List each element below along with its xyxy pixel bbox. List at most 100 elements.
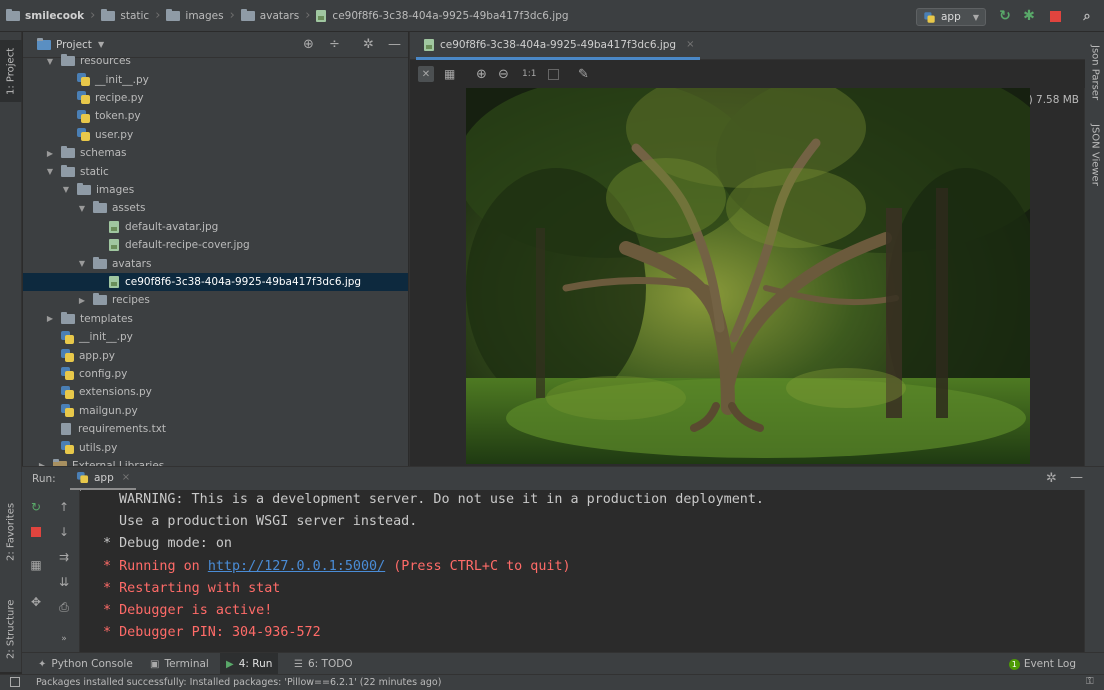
rerun-icon[interactable]: ↻ — [22, 498, 50, 516]
scroll-to-end-icon[interactable]: ⇊ — [50, 573, 78, 591]
chevron-down-icon[interactable]: ▼ — [77, 204, 87, 213]
tab-structure[interactable]: 2: Structure — [0, 584, 22, 674]
run-console[interactable]: WARNING: This is a development server. D… — [81, 490, 1084, 652]
tab-project-label: 1: Project — [5, 47, 17, 95]
chevron-right-icon[interactable]: ▶ — [77, 296, 87, 305]
tree-item-label: assets — [112, 202, 146, 215]
chevron-down-icon[interactable]: ▼ — [77, 259, 87, 268]
tree-file[interactable]: default-recipe-cover.jpg — [23, 236, 408, 254]
chevron-down-icon[interactable]: ▼ — [45, 167, 55, 176]
tree-file[interactable]: utils.py — [23, 438, 408, 456]
tree-folder[interactable]: ▼ assets — [23, 199, 408, 217]
navigation-bar: smilecook › static › images › avatars › ce90f8f6… — [0, 0, 1104, 32]
gear-icon[interactable]: ✲ — [1046, 471, 1057, 486]
python-file-icon — [61, 385, 74, 399]
collapse-all-icon[interactable]: ÷ — [329, 37, 340, 52]
server-url-link[interactable]: http://127.0.0.1:5000/ — [208, 559, 385, 574]
toggle-tool-windows-icon[interactable] — [10, 677, 20, 687]
editor-tab-bar: ce90f8f6-3c38-404a-9925-49ba417f3dc6.jpg… — [410, 32, 1085, 60]
zoom-in-icon[interactable]: ⊕ — [476, 66, 487, 82]
stop-icon[interactable] — [1046, 7, 1064, 25]
actual-size-button[interactable]: 1:1 — [522, 66, 536, 82]
tree-file[interactable]: app.py — [23, 346, 408, 364]
breadcrumb-item[interactable]: static › — [95, 0, 160, 32]
tree-file[interactable]: mailgun.py — [23, 402, 408, 420]
tree-folder[interactable]: ▼ resources — [23, 52, 408, 70]
close-icon[interactable]: × — [686, 39, 694, 50]
chevron-right-icon[interactable]: ▶ — [45, 314, 55, 323]
run-configuration-select[interactable]: app ▼ — [916, 8, 986, 26]
layout-icon[interactable]: ▦ — [22, 556, 50, 574]
more-icon[interactable]: » — [50, 630, 78, 648]
tree-file[interactable]: config.py — [23, 365, 408, 383]
tree-folder[interactable]: ▼ avatars — [23, 254, 408, 272]
tab-json-viewer[interactable]: JSON Viewer — [1085, 118, 1104, 192]
rerun-icon[interactable]: ↻ — [996, 7, 1014, 25]
tree-folder[interactable]: ▼ static — [23, 162, 408, 180]
folder-icon — [61, 311, 75, 324]
tab-favorites[interactable]: 2: Favorites — [0, 482, 22, 582]
zoom-out-icon[interactable]: ⊖ — [498, 66, 509, 82]
tree-file[interactable]: __init__.py — [23, 328, 408, 346]
tab-image-file[interactable]: ce90f8f6-3c38-404a-9925-49ba417f3dc6.jpg… — [416, 32, 700, 60]
breadcrumb-item[interactable]: smilecook › — [0, 0, 95, 32]
color-picker-icon[interactable]: ✎ — [578, 66, 589, 82]
folder-icon — [240, 8, 255, 21]
tree-item-label: extensions.py — [79, 386, 152, 399]
fit-zoom-icon[interactable]: ✕ — [418, 66, 434, 82]
console-text-suffix: (Press CTRL+C to quit) — [385, 559, 571, 574]
tab-run-app[interactable]: app × — [70, 467, 136, 491]
arrow-down-icon[interactable]: ↓ — [50, 523, 78, 541]
background-icon[interactable] — [548, 66, 559, 82]
tab-run[interactable]: ▶ 4: Run — [220, 653, 279, 675]
tree-file[interactable]: token.py — [23, 107, 408, 125]
tree-file[interactable]: extensions.py — [23, 383, 408, 401]
chevron-down-icon[interactable]: ▼ — [61, 185, 71, 194]
tree-file[interactable]: recipe.py — [23, 89, 408, 107]
tree-folder[interactable]: ▼ images — [23, 181, 408, 199]
tree-folder[interactable]: ▶ recipes — [23, 291, 408, 309]
tree-folder[interactable]: ▶ schemas — [23, 144, 408, 162]
tab-terminal[interactable]: ▣ Terminal — [150, 653, 209, 675]
hide-panel-icon[interactable]: — — [1070, 470, 1083, 485]
chevron-down-icon[interactable]: ▼ — [45, 57, 55, 66]
arrow-up-icon[interactable]: ↑ — [50, 498, 78, 516]
tree-file[interactable]: __init__.py — [23, 70, 408, 88]
python-icon — [76, 471, 89, 484]
tree-item-label: config.py — [79, 367, 128, 380]
breadcrumb-item[interactable]: images › — [160, 0, 235, 32]
tree-item-label: avatars — [112, 257, 152, 270]
debug-icon[interactable]: ✱ — [1020, 7, 1038, 25]
gear-icon[interactable]: ✲ — [363, 37, 374, 52]
breadcrumb-item[interactable]: avatars › — [235, 0, 310, 32]
lock-icon[interactable]: ⚿ — [1086, 676, 1094, 687]
search-icon[interactable]: ⌕ — [1078, 7, 1096, 25]
pin-icon[interactable]: ✥ — [22, 593, 50, 611]
close-icon[interactable]: × — [122, 472, 130, 483]
project-view-select[interactable]: Project — [56, 39, 92, 51]
breadcrumb-item[interactable]: ce90f8f6-3c38-404a-9925-49ba417f3dc6.jpg — [310, 0, 569, 32]
tree-file[interactable]: default-avatar.jpg — [23, 218, 408, 236]
hide-panel-icon[interactable]: — — [388, 37, 401, 52]
folder-icon — [77, 182, 91, 195]
tree-file[interactable]: user.py — [23, 126, 408, 144]
tree-file[interactable]: requirements.txt — [23, 420, 408, 438]
grid-icon[interactable]: ▦ — [444, 66, 455, 82]
soft-wrap-icon[interactable]: ⇉ — [50, 548, 78, 566]
print-icon[interactable]: ⎙ — [50, 598, 78, 616]
tab-project[interactable]: 1: Project — [0, 40, 22, 102]
python-file-icon — [77, 73, 90, 87]
event-log-button[interactable]: 1 Event Log — [1008, 653, 1076, 675]
tab-todo[interactable]: ☰ 6: TODO — [294, 653, 353, 675]
todo-icon: ☰ — [294, 658, 303, 670]
chevron-down-icon[interactable]: ▼ — [98, 40, 104, 49]
chevron-right-icon[interactable]: ▶ — [45, 149, 55, 158]
tab-python-console[interactable]: ✦ Python Console — [38, 653, 133, 675]
tab-json-parser[interactable]: Json Parser — [1085, 38, 1104, 108]
target-icon[interactable]: ⊕ — [303, 37, 314, 52]
tree-folder[interactable]: ▶ templates — [23, 310, 408, 328]
tree-folder[interactable]: ▶ External Libraries — [23, 457, 408, 466]
tab-todo-label: 6: TODO — [307, 658, 353, 670]
stop-icon[interactable] — [22, 523, 50, 541]
tree-file[interactable]: ce90f8f6-3c38-404a-9925-49ba417f3dc6.jpg — [23, 272, 408, 292]
